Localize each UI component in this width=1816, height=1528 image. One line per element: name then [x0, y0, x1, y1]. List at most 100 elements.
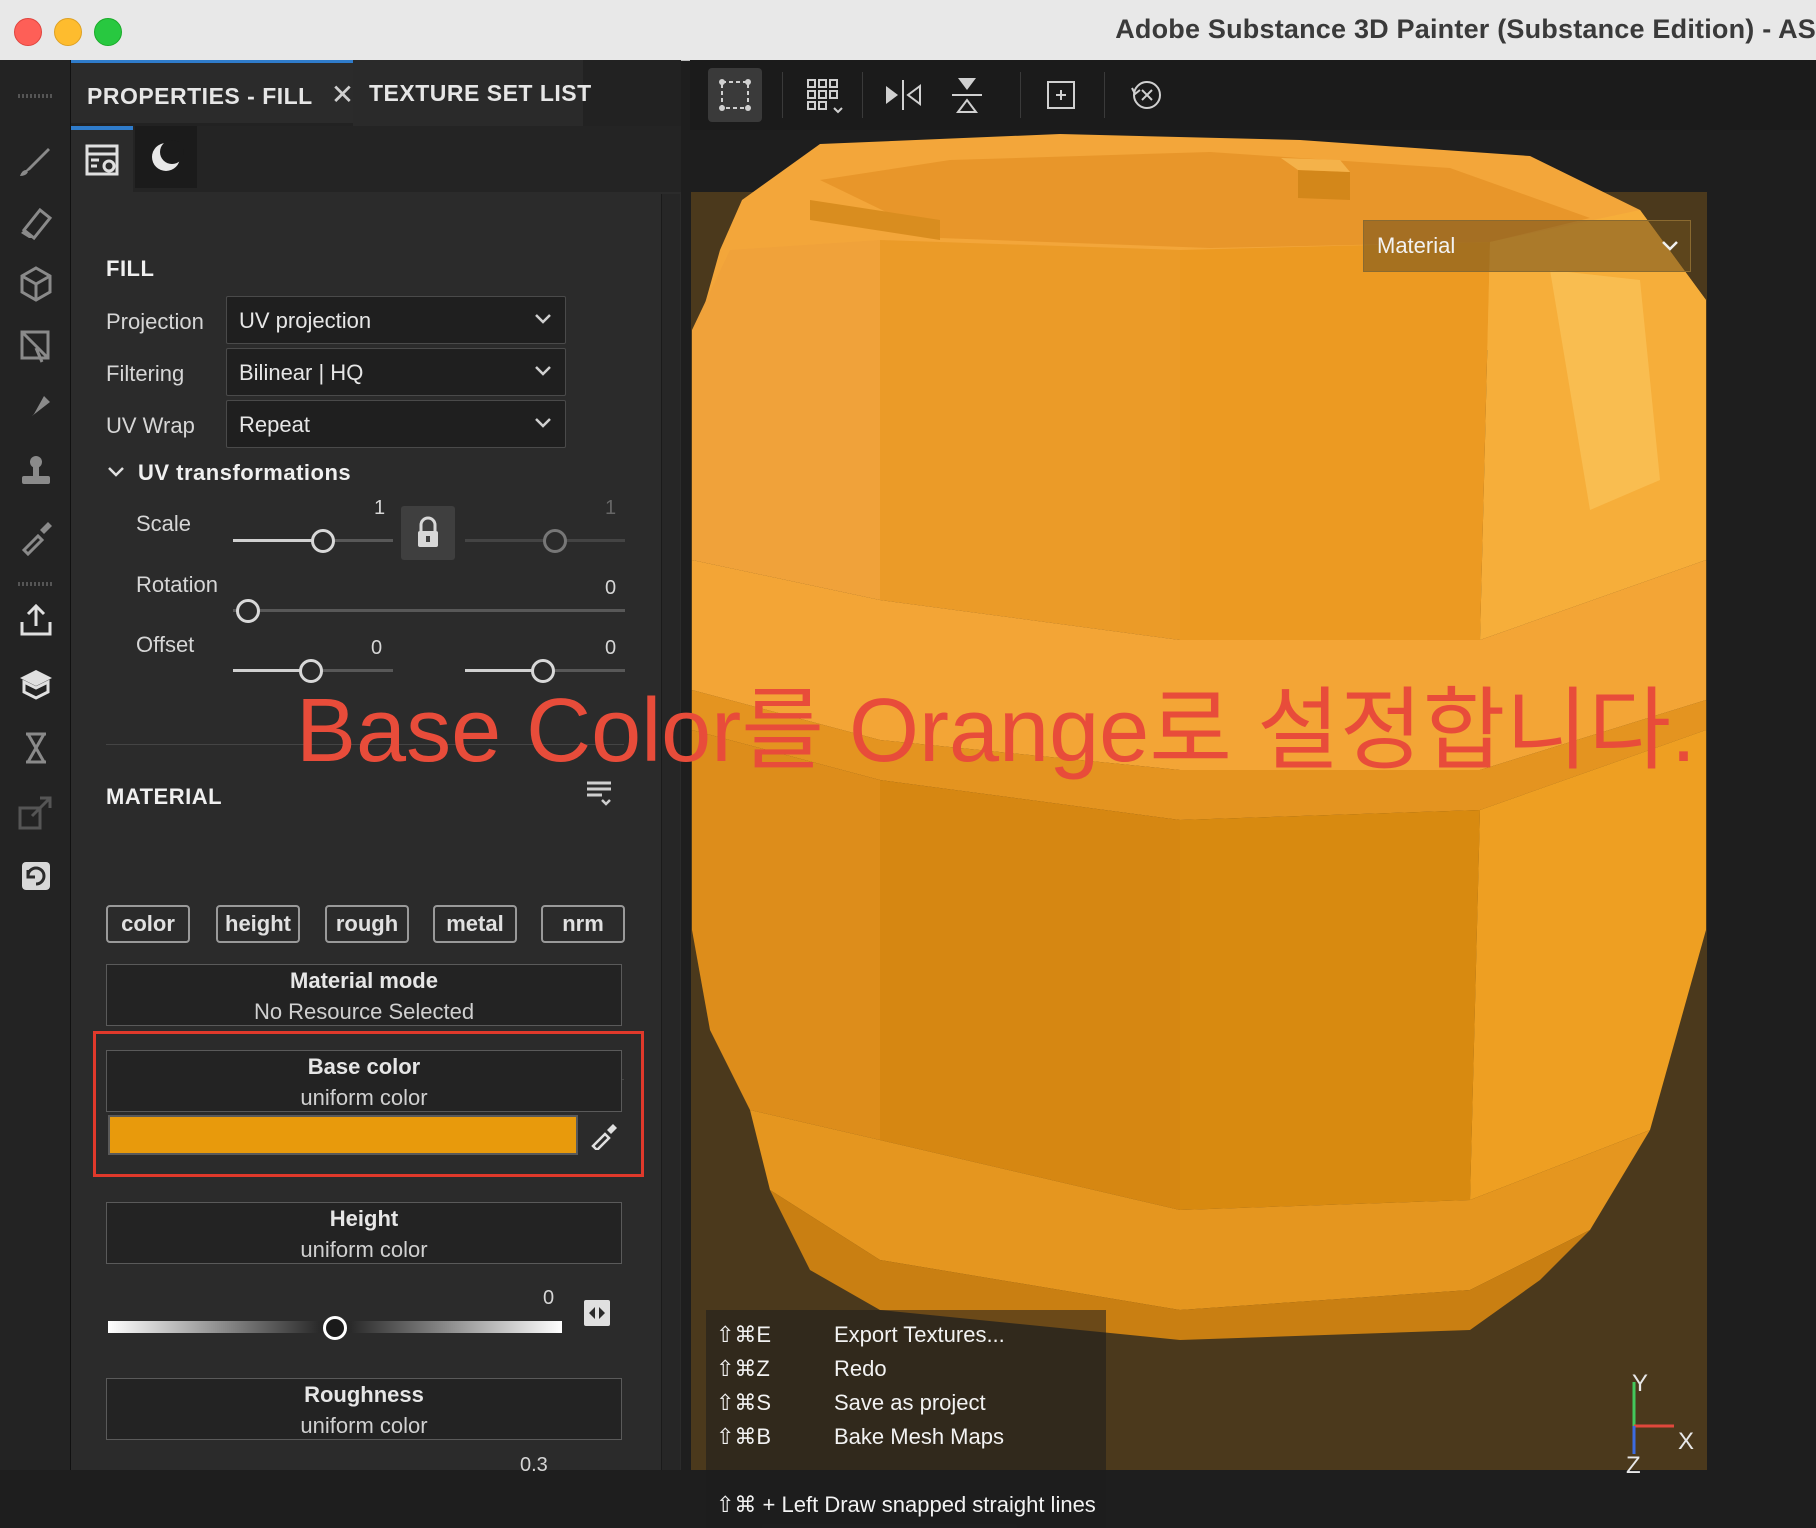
- tab-texture-set-list[interactable]: TEXTURE SET LIST: [353, 60, 591, 126]
- projection-label: Projection: [106, 309, 204, 334]
- height-subtitle: uniform color: [300, 1237, 428, 1262]
- shortcut-keys: ⇧⌘S: [716, 1390, 772, 1415]
- chevron-down-icon: [1662, 241, 1678, 251]
- export-icon[interactable]: [16, 600, 56, 640]
- shortcut-keys: ⇧⌘E: [716, 1322, 772, 1347]
- properties-settings-icon: [85, 144, 119, 176]
- eraser-icon[interactable]: [16, 202, 56, 242]
- shortcut-row: ⇧⌘Z Redo: [716, 1356, 887, 1382]
- resize-icon[interactable]: [16, 792, 56, 832]
- bake-icon[interactable]: [16, 664, 56, 704]
- camera-target-icon[interactable]: [1034, 68, 1088, 122]
- shortcut-row: ⇧⌘E Export Textures...: [716, 1322, 1005, 1348]
- toolbar-grip-2[interactable]: [18, 582, 54, 586]
- scale-slider-left-handle[interactable]: [311, 529, 335, 553]
- subtab-material-shading[interactable]: [135, 126, 197, 188]
- uv-wrap-dropdown[interactable]: Repeat: [226, 400, 566, 448]
- height-value[interactable]: 0: [543, 1287, 554, 1310]
- projection-dropdown[interactable]: UV projection: [226, 296, 566, 344]
- shortcut-action: Save as project: [834, 1390, 986, 1415]
- base-color-subtitle: uniform color: [300, 1085, 428, 1110]
- shortcut-action: Bake Mesh Maps: [834, 1424, 1004, 1449]
- height-slot[interactable]: Height uniform color: [106, 1202, 622, 1264]
- toolbar-grip[interactable]: [18, 94, 54, 98]
- symmetry-x-icon[interactable]: [876, 68, 930, 122]
- sync-icon[interactable]: [16, 856, 56, 896]
- scale-slider-left-fill: [233, 539, 313, 542]
- scale-slider-right-handle[interactable]: [543, 529, 567, 553]
- material-mode-subtitle: No Resource Selected: [253, 999, 475, 1024]
- zoom-window-button[interactable]: [94, 18, 122, 46]
- shortcut-keys: ⇧⌘B: [716, 1424, 772, 1449]
- brush-icon[interactable]: [16, 140, 56, 180]
- smudge-icon[interactable]: [16, 390, 56, 430]
- viewport-toolbar: [690, 60, 1816, 130]
- scale-lock-button[interactable]: [401, 506, 455, 560]
- tab-properties-fill[interactable]: PROPERTIES - FILL ✕: [71, 60, 355, 123]
- close-window-button[interactable]: [14, 18, 42, 46]
- polygon-fill-icon[interactable]: [16, 326, 56, 366]
- properties-subtabs: [71, 126, 681, 192]
- offset-slider-right-handle[interactable]: [531, 659, 555, 683]
- channel-metal-toggle[interactable]: metal: [433, 905, 517, 943]
- material-view-dropdown[interactable]: Material: [1363, 220, 1691, 272]
- roughness-slot[interactable]: Roughness uniform color: [106, 1378, 622, 1440]
- scale-value-right[interactable]: 1: [605, 497, 616, 520]
- material-mode-slot[interactable]: Material mode No Resource Selected: [106, 964, 622, 1026]
- random-seed-icon[interactable]: [582, 1298, 612, 1328]
- height-slider-handle[interactable]: [323, 1316, 347, 1340]
- material-mode-title: Material mode: [290, 968, 438, 993]
- channel-rough-toggle[interactable]: rough: [325, 905, 409, 943]
- rotation-slider-track[interactable]: [233, 609, 625, 612]
- toolbar-separator: [862, 72, 863, 118]
- material-options-icon[interactable]: [584, 778, 614, 808]
- offset-value-right[interactable]: 0: [605, 637, 616, 660]
- uv-transformations-title[interactable]: UV transformations: [138, 460, 351, 486]
- shortcut-hint-keys: ⇧⌘ + Left: [716, 1492, 819, 1517]
- projection-value: UV projection: [239, 308, 372, 333]
- offset-slider-left-handle[interactable]: [299, 659, 323, 683]
- panel-scrollbar[interactable]: [661, 194, 680, 1470]
- tutorial-annotation-text: Base Color를 Orange로 설정합니다.: [296, 681, 1697, 781]
- panel-tabbar: PROPERTIES - FILL ✕ TEXTURE SET LIST: [71, 60, 681, 126]
- shortcut-hint-row: ⇧⌘ + Left Draw snapped straight lines: [716, 1492, 1096, 1518]
- uv-wrap-label: UV Wrap: [106, 413, 195, 438]
- grid-layout-icon[interactable]: [796, 68, 850, 122]
- uv-wrap-value: Repeat: [239, 412, 310, 437]
- shortcut-keys: ⇧⌘Z: [716, 1356, 770, 1381]
- rotation-slider-handle[interactable]: [236, 599, 260, 623]
- chevron-down-icon: [535, 366, 551, 376]
- base-color-slot[interactable]: Base color uniform color: [106, 1050, 622, 1112]
- 3d-scene[interactable]: Material ⇧⌘E Export Textures... ⇧⌘Z Redo ⇧…: [690, 130, 1816, 1528]
- clone-stamp-icon[interactable]: [16, 452, 56, 492]
- close-tab-icon[interactable]: ✕: [331, 79, 355, 110]
- reset-view-icon[interactable]: [1120, 68, 1174, 122]
- scale-value-left[interactable]: 1: [374, 497, 385, 520]
- roughness-subtitle: uniform color: [300, 1413, 428, 1438]
- shortcut-hint-action: Draw snapped straight lines: [824, 1492, 1096, 1517]
- offset-slider-right-fill: [465, 669, 535, 672]
- subtab-properties[interactable]: [71, 126, 133, 192]
- filtering-dropdown[interactable]: Bilinear | HQ: [226, 348, 566, 396]
- shortcut-action: Export Textures...: [834, 1322, 1005, 1347]
- channel-height-toggle[interactable]: height: [216, 905, 300, 943]
- symmetry-y-icon[interactable]: [940, 68, 994, 122]
- tab-texture-set-list-label: TEXTURE SET LIST: [369, 80, 592, 106]
- roughness-value[interactable]: 0.3: [520, 1454, 548, 1477]
- offset-value-left[interactable]: 0: [371, 637, 382, 660]
- eyedropper-icon[interactable]: [589, 1120, 619, 1150]
- channel-color-toggle[interactable]: color: [106, 905, 190, 943]
- color-picker-icon[interactable]: [16, 516, 56, 557]
- tab-properties-fill-label: PROPERTIES - FILL: [87, 83, 313, 109]
- collapse-chevron-icon[interactable]: [106, 462, 126, 482]
- rotation-value[interactable]: 0: [605, 577, 616, 600]
- fit-view-icon[interactable]: [708, 68, 762, 122]
- minimize-window-button[interactable]: [54, 18, 82, 46]
- base-color-swatch[interactable]: [108, 1115, 578, 1155]
- window-title: Adobe Substance 3D Painter (Substance Ed…: [1115, 14, 1816, 44]
- channel-nrm-toggle[interactable]: nrm: [541, 905, 625, 943]
- history-icon[interactable]: [16, 728, 56, 768]
- projection-icon[interactable]: [16, 264, 56, 304]
- toolbar-separator: [782, 72, 783, 118]
- axis-y-label: Y: [1632, 1370, 1649, 1397]
